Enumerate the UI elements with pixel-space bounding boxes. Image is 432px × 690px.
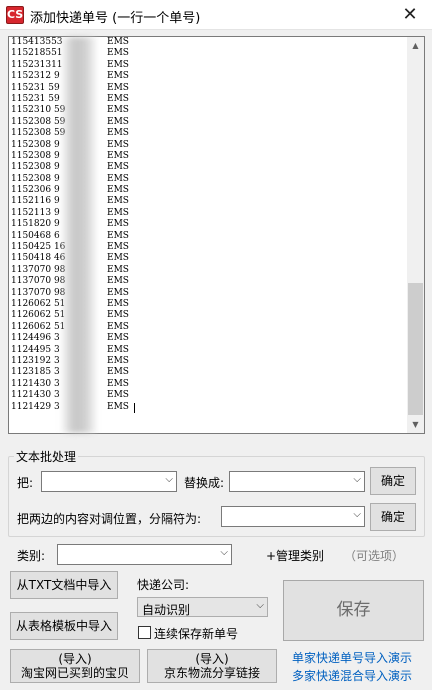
replace-from-label: 把: <box>17 476 34 490</box>
taobao-import-tag: (导入) <box>58 652 92 666</box>
carrier-code: EMS <box>107 287 129 298</box>
app-icon: CS <box>6 6 24 24</box>
carrier-code: EMS <box>107 82 129 93</box>
close-button[interactable]: ✕ <box>388 0 432 30</box>
carrier-code: EMS <box>107 196 129 207</box>
tracking-number-textarea[interactable]: 115413553 EMS 115218551 EMS 115231311 EMS 1152… <box>8 36 425 434</box>
carrier-code: EMS <box>107 253 129 264</box>
carrier-code: EMS <box>107 128 129 139</box>
carrier-code: EMS <box>107 139 129 150</box>
batch-group-title: 文本批处理 <box>14 448 79 465</box>
courier-combo[interactable]: 自动识别 ⌵ <box>137 597 268 617</box>
continuous-save-checkbox[interactable] <box>138 626 151 639</box>
carrier-code: EMS <box>107 367 129 378</box>
import-excel-button[interactable]: 从表格模板中导入 <box>10 612 118 640</box>
carrier-code: EMS <box>107 162 129 173</box>
carrier-code: EMS <box>107 355 129 366</box>
carrier-code: EMS <box>107 219 129 230</box>
chevron-down-icon[interactable]: ⌵ <box>353 509 361 520</box>
courier-value: 自动识别 <box>142 603 191 617</box>
replace-from-combo[interactable]: ⌵ <box>41 471 177 492</box>
confirm-swap-button[interactable]: 确定 <box>370 503 416 531</box>
carrier-code: EMS <box>107 390 129 401</box>
import-jd-button[interactable]: (导入) 京东物流分享链接 <box>147 649 277 683</box>
replace-to-label: 替换成: <box>184 476 225 490</box>
carrier-code: EMS <box>107 333 129 344</box>
courier-label: 快递公司: <box>137 578 190 592</box>
save-button[interactable]: 保存 <box>283 580 424 641</box>
scroll-down-icon[interactable]: ▼ <box>407 416 424 433</box>
window-title: 添加快递单号 (一行一个单号) <box>30 11 201 26</box>
vertical-scrollbar[interactable]: ▲ ▼ <box>407 37 424 433</box>
carrier-code: EMS <box>107 59 129 70</box>
carrier-code: EMS <box>107 264 129 275</box>
optional-hint: （可选项） <box>344 549 405 563</box>
carrier-code: EMS <box>107 321 129 332</box>
text-cursor <box>134 402 135 413</box>
carrier-code: EMS <box>107 173 129 184</box>
separator-combo[interactable]: ⌵ <box>221 506 365 527</box>
carrier-code: EMS <box>107 378 129 389</box>
carrier-code: EMS <box>107 71 129 82</box>
scroll-up-icon[interactable]: ▲ <box>407 37 424 54</box>
chevron-down-icon[interactable]: ⌵ <box>165 474 173 485</box>
carrier-code: EMS <box>107 105 129 116</box>
title-bar: CS 添加快递单号 (一行一个单号) ✕ <box>0 0 432 30</box>
chevron-down-icon[interactable]: ⌵ <box>256 600 264 611</box>
carrier-code: EMS <box>107 37 129 47</box>
carrier-code: EMS <box>107 401 129 412</box>
carrier-code: EMS <box>107 298 129 309</box>
jd-import-tag: (导入) <box>195 652 229 666</box>
jd-import-label: 京东物流分享链接 <box>163 666 260 680</box>
manage-category-link[interactable]: +管理类别 <box>266 547 324 564</box>
taobao-import-label: 淘宝网已买到的宝贝 <box>20 666 129 680</box>
category-combo[interactable]: ⌵ <box>57 544 232 565</box>
single-courier-demo-link[interactable]: 单家快递单号导入演示 <box>292 649 412 666</box>
replace-to-combo[interactable]: ⌵ <box>229 471 365 492</box>
carrier-code: EMS <box>107 150 129 161</box>
import-txt-button[interactable]: 从TXT文档中导入 <box>10 571 118 599</box>
continuous-save-label[interactable]: 连续保存新单号 <box>154 625 238 642</box>
multi-courier-demo-link[interactable]: 多家快递混合导入演示 <box>292 667 412 684</box>
import-taobao-button[interactable]: (导入) 淘宝网已买到的宝贝 <box>10 649 140 683</box>
carrier-code: EMS <box>107 48 129 59</box>
redaction-blur <box>61 37 97 433</box>
carrier-code: EMS <box>107 310 129 321</box>
carrier-code: EMS <box>107 185 129 196</box>
carrier-code: EMS <box>107 242 129 253</box>
carrier-code: EMS <box>107 230 129 241</box>
carrier-code: EMS <box>107 116 129 127</box>
scroll-thumb[interactable] <box>408 283 423 415</box>
swap-label: 把两边的内容对调位置，分隔符为: <box>17 512 202 526</box>
chevron-down-icon[interactable]: ⌵ <box>353 474 361 485</box>
category-label: 类别: <box>17 549 46 563</box>
carrier-code: EMS <box>107 344 129 355</box>
carrier-code: EMS <box>107 93 129 104</box>
confirm-replace-button[interactable]: 确定 <box>370 467 416 495</box>
carrier-code: EMS <box>107 276 129 287</box>
chevron-down-icon[interactable]: ⌵ <box>220 547 228 558</box>
carrier-code: EMS <box>107 207 129 218</box>
